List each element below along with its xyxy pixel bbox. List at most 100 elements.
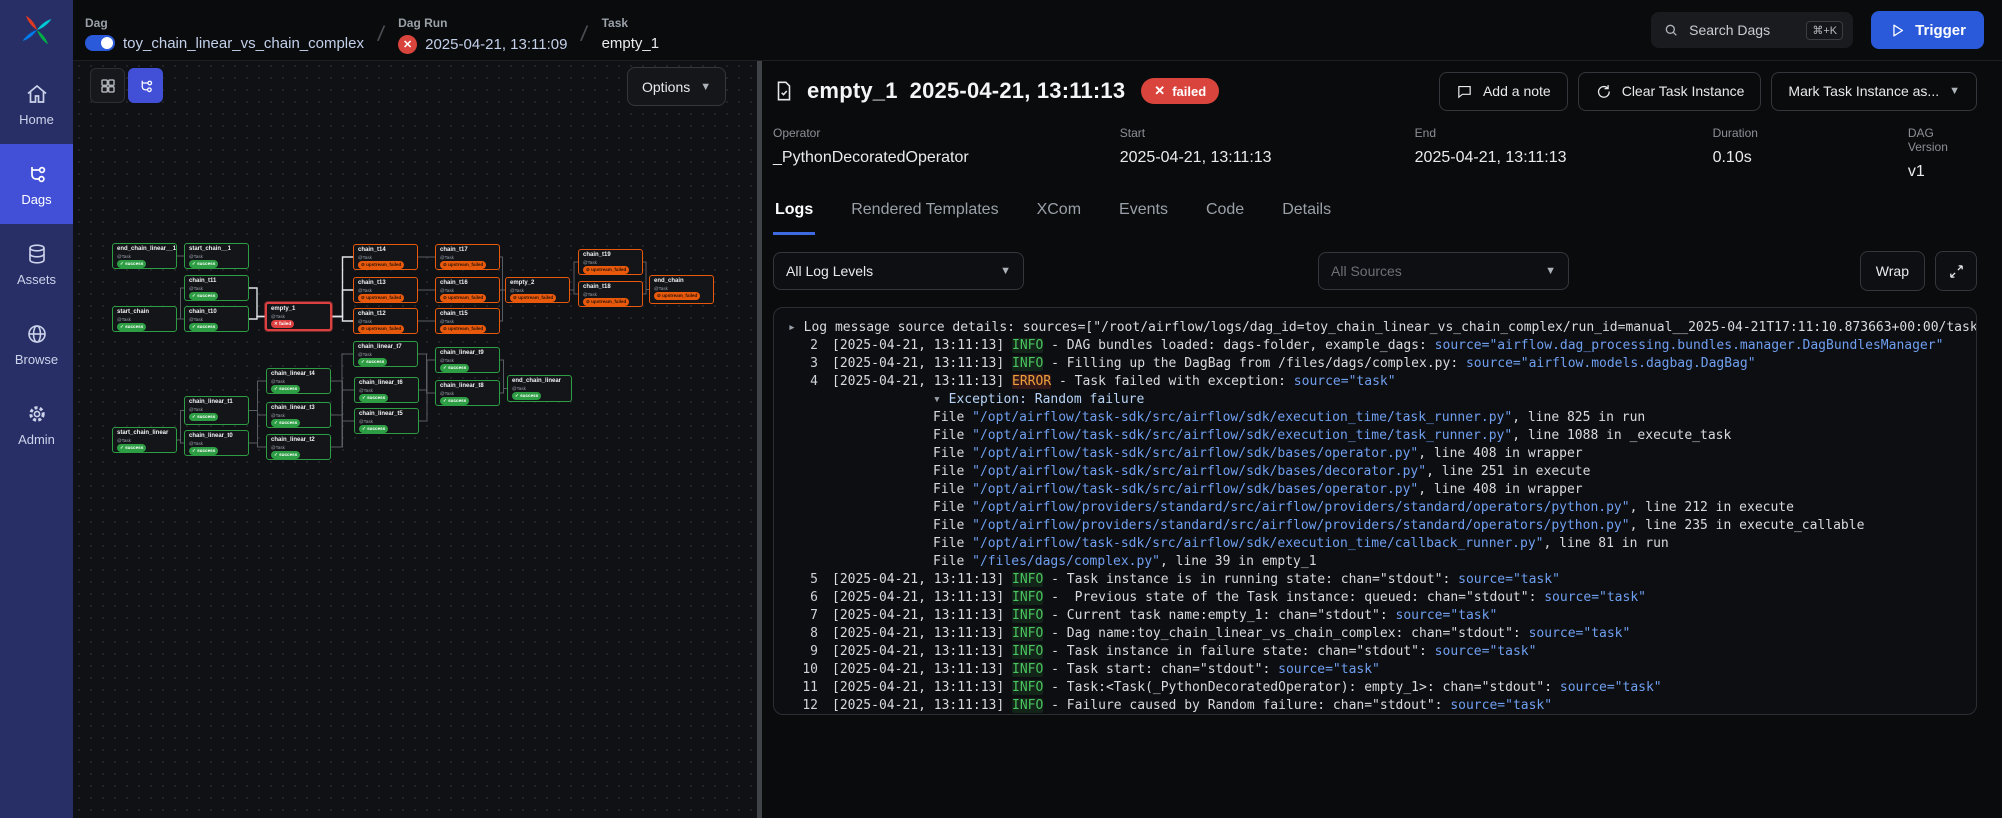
graph-node-chain_linear_t9[interactable]: chain_linear_t9@Task✓ success	[435, 347, 500, 373]
mark-task-instance-as-button[interactable]: Mark Task Instance as... ▼	[1771, 72, 1977, 111]
log-source-link[interactable]: source="airflow.dag_processing.bundles.m…	[1435, 338, 1944, 353]
log-source-link[interactable]: "/files/dags/complex.py"	[972, 554, 1160, 569]
graph-node-chain_t19[interactable]: chain_t19@Task⊘ upstream_failed	[578, 249, 643, 275]
graph-node-end_chain_linear[interactable]: end_chain_linear@Task✓ success	[507, 375, 572, 402]
graph-node-empty_1[interactable]: empty_1@Task✕ failed	[265, 302, 332, 331]
graph-node-chain_linear_t4[interactable]: chain_linear_t4@Task✓ success	[266, 368, 331, 394]
log-source-link[interactable]: "/opt/airflow/task-sdk/src/airflow/sdk/b…	[972, 464, 1426, 479]
sidebar-item-home[interactable]: Home	[0, 64, 73, 144]
node-task-type: @Task	[440, 358, 495, 363]
trigger-button[interactable]: Trigger	[1871, 11, 1984, 49]
graph-node-chain_t16[interactable]: chain_t16@Task⊘ upstream_failed	[435, 277, 500, 303]
log-line-number	[788, 517, 818, 535]
log-source-link[interactable]: "/opt/airflow/task-sdk/src/airflow/sdk/e…	[972, 410, 1512, 425]
grid-view-button[interactable]	[90, 68, 125, 103]
log-viewer[interactable]: ▸ Log message source details: sources=["…	[773, 307, 1977, 715]
log-source-link[interactable]: "/opt/airflow/task-sdk/src/airflow/sdk/b…	[972, 446, 1418, 461]
graph-node-start_chain_linear[interactable]: start_chain_linear@Task✓ success	[112, 427, 177, 453]
graph-node-chain_t10[interactable]: chain_t10@Task✓ success	[184, 306, 249, 332]
log-source-link[interactable]: source="task"	[1450, 698, 1552, 713]
log-source-link[interactable]: source="task"	[1294, 374, 1396, 389]
node-task-type: @Task	[583, 260, 638, 265]
tab-logs[interactable]: Logs	[773, 201, 815, 235]
graph-node-chain_linear_t2[interactable]: chain_linear_t2@Task✓ success	[266, 434, 331, 460]
log-source-link[interactable]: source="task"	[1560, 680, 1662, 695]
log-text: INFO	[1012, 662, 1043, 677]
graph-node-chain_linear_t0[interactable]: chain_linear_t0@Task✓ success	[184, 430, 249, 456]
graph-options-button[interactable]: Options ▼	[627, 67, 726, 106]
log-level-select[interactable]: All Log Levels ▼	[773, 252, 1024, 290]
log-line-number: 10	[788, 661, 818, 679]
log-source-link[interactable]: "/opt/airflow/task-sdk/src/airflow/sdk/b…	[972, 482, 1418, 497]
graph-node-start_chain[interactable]: start_chain@Task✓ success	[112, 306, 177, 332]
graph-node-start_chain__1[interactable]: start_chain__1@Task✓ success	[184, 243, 249, 269]
node-task-type: @Task	[271, 379, 326, 384]
log-collapse-toggle[interactable]: ▸	[788, 320, 804, 335]
log-source-link[interactable]: source="task"	[1544, 590, 1646, 605]
log-source-link[interactable]: "/opt/airflow/task-sdk/src/airflow/sdk/e…	[972, 428, 1512, 443]
log-source-link[interactable]: source="task"	[1396, 608, 1498, 623]
log-line: 4[2025-04-21, 13:11:13] ERROR - Task fai…	[788, 373, 1962, 391]
graph-edge	[500, 389, 507, 394]
log-source-link[interactable]: "/opt/airflow/providers/standard/src/air…	[972, 518, 1629, 533]
graph-node-chain_linear_t5[interactable]: chain_linear_t5@Task✓ success	[354, 408, 419, 434]
graph-node-chain_linear_t6[interactable]: chain_linear_t6@Task✓ success	[354, 377, 419, 403]
log-collapse-toggle[interactable]: ▾	[933, 392, 949, 407]
tab-xcom[interactable]: XCom	[1035, 201, 1083, 235]
search-dags-input[interactable]: Search Dags ⌘+K	[1651, 12, 1853, 48]
log-line-number: 9	[788, 643, 818, 661]
graph-node-end_chain[interactable]: end_chain@Task⊘ upstream_failed	[649, 275, 714, 304]
log-line: 7[2025-04-21, 13:11:13] INFO - Current t…	[788, 607, 1962, 625]
dag-name-link[interactable]: toy_chain_linear_vs_chain_complex	[123, 35, 364, 52]
graph-node-chain_t12[interactable]: chain_t12@Task⊘ upstream_failed	[353, 308, 418, 334]
graph-node-chain_t11[interactable]: chain_t11@Task✓ success	[184, 275, 249, 301]
log-source-link[interactable]: "/opt/airflow/providers/standard/src/air…	[972, 500, 1629, 515]
log-source-link[interactable]: source="task"	[1435, 644, 1537, 659]
log-line-number	[788, 553, 818, 571]
log-source-link[interactable]: source="task"	[1458, 572, 1560, 587]
log-source-link[interactable]: source="task"	[1529, 626, 1631, 641]
add-note-button[interactable]: Add a note	[1439, 72, 1568, 111]
graph-node-chain_t13[interactable]: chain_t13@Task⊘ upstream_failed	[353, 277, 418, 303]
log-source-link[interactable]: "/opt/airflow/task-sdk/src/airflow/sdk/e…	[972, 536, 1543, 551]
sidebar-item-admin[interactable]: Admin	[0, 384, 73, 464]
graph-node-end_chain_linear__1[interactable]: end_chain_linear__1@Task✓ success	[112, 243, 177, 269]
graph-node-chain_t17[interactable]: chain_t17@Task⊘ upstream_failed	[435, 244, 500, 270]
graph-node-empty_2[interactable]: empty_2@Task⊘ upstream_failed	[505, 277, 570, 303]
node-state-pill: ✓ success	[358, 358, 387, 366]
tab-rendered-templates[interactable]: Rendered Templates	[849, 201, 1000, 235]
log-source-link[interactable]: source="airflow.models.dagbag.DagBag"	[1466, 356, 1756, 371]
tab-events[interactable]: Events	[1117, 201, 1170, 235]
node-title: chain_t17	[440, 247, 495, 254]
sidebar-item-browse[interactable]: Browse	[0, 304, 73, 384]
sidebar-item-dags[interactable]: Dags	[0, 144, 73, 224]
graph-node-chain_linear_t8[interactable]: chain_linear_t8@Task✓ success	[435, 380, 500, 406]
node-title: chain_linear_t9	[440, 350, 495, 357]
tab-details[interactable]: Details	[1280, 201, 1333, 235]
sidebar-item-assets[interactable]: Assets	[0, 224, 73, 304]
dag-run-link[interactable]: 2025-04-21, 13:11:09	[425, 36, 567, 53]
fullscreen-button[interactable]	[1935, 251, 1977, 291]
clear-task-instance-button[interactable]: Clear Task Instance	[1578, 72, 1762, 111]
airflow-logo[interactable]	[0, 0, 73, 60]
node-title: chain_t19	[583, 252, 638, 259]
graph-edge	[177, 411, 184, 441]
tab-code[interactable]: Code	[1204, 201, 1246, 235]
graph-node-chain_linear_t1[interactable]: chain_linear_t1@Task✓ success	[184, 396, 249, 425]
graph-node-chain_linear_t3[interactable]: chain_linear_t3@Task✓ success	[266, 402, 331, 428]
graph-edge	[331, 381, 354, 390]
log-source-link[interactable]: source="task"	[1278, 662, 1380, 677]
node-task-type: @Task	[358, 288, 413, 293]
graph-node-chain_t15[interactable]: chain_t15@Task⊘ upstream_failed	[435, 308, 500, 334]
log-source-select[interactable]: All Sources ▼	[1318, 252, 1569, 290]
node-state-pill: ✓ success	[117, 444, 146, 452]
graph-node-chain_t14[interactable]: chain_t14@Task⊘ upstream_failed	[353, 244, 418, 270]
toggle-knob	[101, 37, 113, 49]
graph-node-chain_linear_t7[interactable]: chain_linear_t7@Task✓ success	[353, 341, 418, 367]
graph-node-chain_t18[interactable]: chain_t18@Task⊘ upstream_failed	[578, 281, 643, 307]
dag-pause-toggle[interactable]	[85, 35, 115, 51]
graph-view-button[interactable]	[128, 68, 163, 103]
node-state-pill: ✓ success	[271, 451, 300, 459]
wrap-button[interactable]: Wrap	[1860, 251, 1925, 291]
task-name[interactable]: empty_1	[602, 35, 660, 52]
